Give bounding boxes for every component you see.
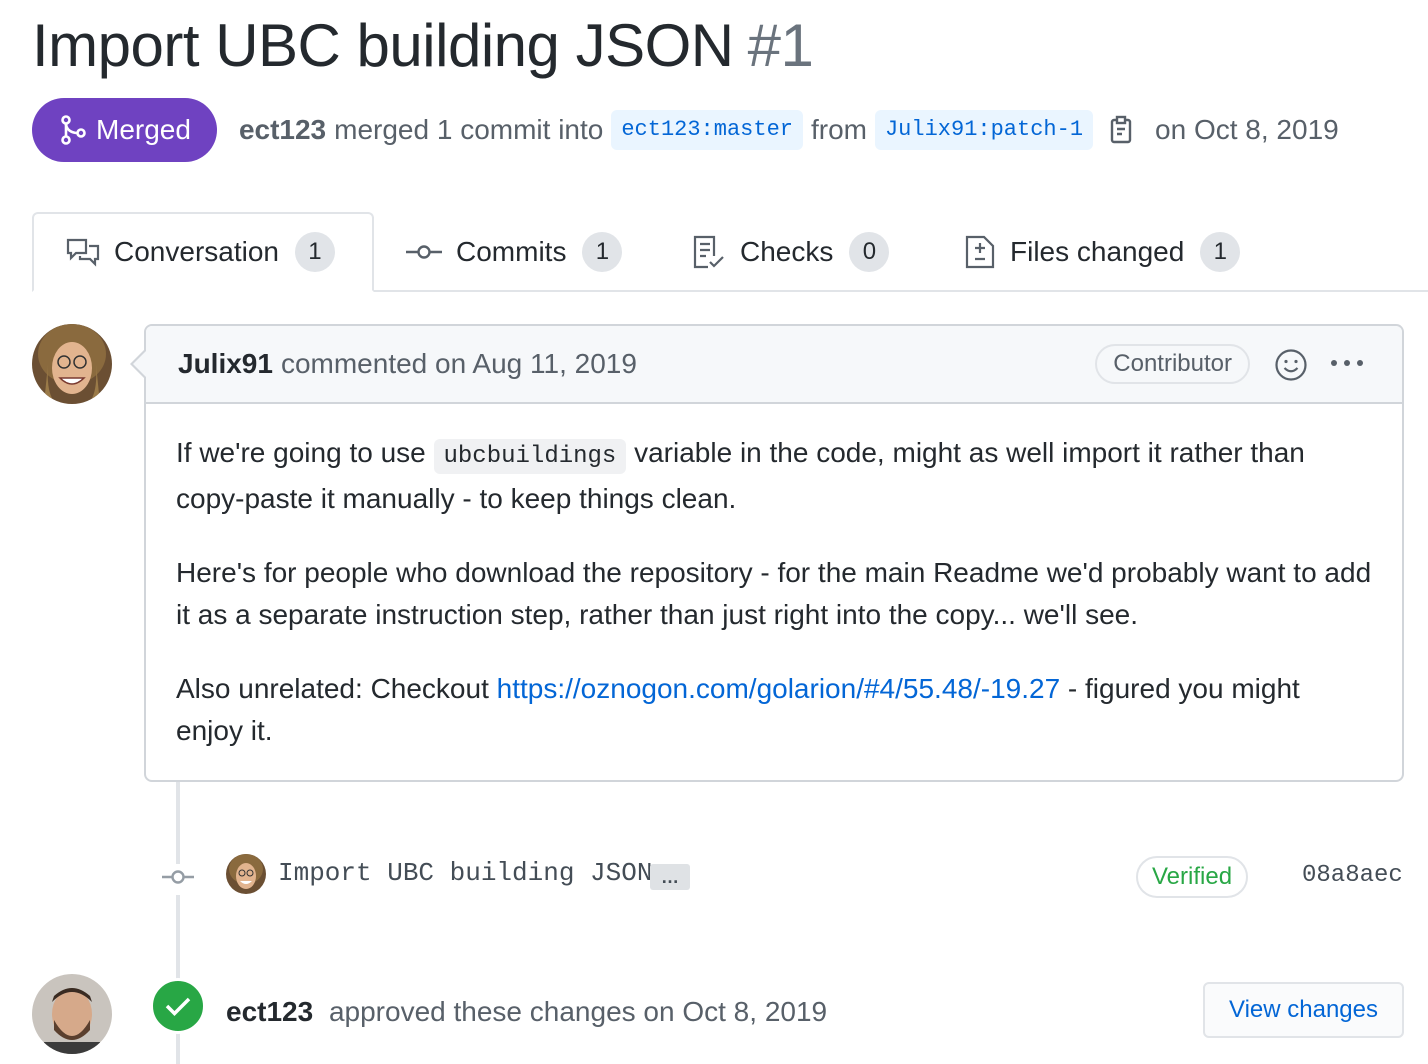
pr-title-text: Import UBC building JSON [32,12,734,79]
pr-title: Import UBC building JSON #1 [32,10,814,82]
approved-check-badge [150,978,206,1034]
comment-author-link[interactable]: Julix91 [178,348,273,380]
tab-label: Checks [740,236,834,267]
tab-counter: 0 [849,232,890,272]
tab-label: Conversation [114,236,279,267]
avatar[interactable] [32,324,112,404]
review-row: ect123 approved these changes on Oct 8, … [0,970,1428,1064]
tab-label: Commits [456,236,567,267]
commit-row: Import UBC building JSON … Verified 08a8… [150,852,1410,902]
tab-label: Files changed [1010,236,1185,267]
comment-paragraph: If we're going to use ubcbuildings varia… [176,432,1372,520]
expand-commit-button[interactable]: … [650,864,690,890]
file-diff-icon [965,235,995,269]
comment-caret-fill [133,350,147,378]
contributor-label: Contributor [1095,344,1250,384]
merged-state-badge: Merged [32,98,217,162]
pr-meta: Merged ect123 merged 1 commit into ect12… [32,98,1339,162]
head-branch[interactable]: Julix91:patch-1 [874,110,1094,150]
review-text: approved these changes on Oct 8, 2019 [328,996,828,1027]
julix91-avatar-image [32,324,112,404]
tab-counter: 1 [294,232,335,272]
commit-sha-link[interactable]: 08a8aec [1302,862,1403,889]
comment-box: Julix91 commented on Aug 11, 2019 Contri… [144,324,1404,782]
reviewer-avatar[interactable] [32,974,112,1054]
from-text: from [810,114,867,145]
copy-branch-button[interactable] [1109,115,1135,145]
tab-counter: 1 [1200,232,1241,272]
verified-badge[interactable]: Verified [1136,856,1249,898]
comment-header: Julix91 commented on Aug 11, 2019 Contri… [146,326,1402,404]
check-icon [165,997,191,1016]
merger-link[interactable]: ect123 [239,114,326,146]
git-commit-icon [406,245,442,259]
review-summary: ect123 approved these changes on Oct 8, … [226,996,827,1028]
comment-action[interactable]: commented on Aug 11, 2019 [281,348,637,380]
merge-summary: ect123 merged 1 commit into ect123:maste… [239,110,1339,150]
pr-number: #1 [747,12,814,79]
comment-paragraph: Also unrelated: Checkout https://oznogon… [176,668,1372,752]
git-commit-node-icon [162,864,194,895]
comment-discussion-icon [66,238,100,267]
comment-body: If we're going to use ubcbuildings varia… [146,404,1402,752]
inline-code: ubcbuildings [433,439,627,474]
commit-author-avatar[interactable] [226,854,266,894]
clipboard-icon [1110,115,1132,144]
julix91-avatar-image [226,854,266,894]
reviewer-link[interactable]: ect123 [226,996,313,1027]
tab-conversation[interactable]: Conversation 1 [32,212,374,292]
state-label: Merged [96,114,191,145]
golarion-map-link[interactable]: https://oznogon.com/golarion/#4/55.48/-1… [497,673,1061,704]
tab-files-changed[interactable]: Files changed 1 [964,212,1241,292]
ect123-avatar-image [32,974,112,1054]
tab-commits[interactable]: Commits 1 [406,212,623,292]
comment-text: If we're going to use [176,437,426,468]
smiley-icon [1275,349,1307,381]
add-reaction-button[interactable] [1274,348,1308,389]
merge-text: merged 1 commit into [334,114,604,145]
checklist-icon [693,235,724,269]
git-merge-icon [61,115,86,145]
comment-options-button[interactable] [1330,350,1364,383]
merged-date: on Oct 8, 2019 [1155,114,1339,145]
tab-counter: 1 [582,232,623,272]
base-branch[interactable]: ect123:master [611,110,803,150]
kebab-horizontal-icon [1331,360,1363,366]
comment-text: Also unrelated: Checkout [176,673,489,704]
commit-message-link[interactable]: Import UBC building JSON [278,858,652,888]
comment-paragraph: Here's for people who download the repos… [176,557,1372,630]
view-changes-button[interactable]: View changes [1203,982,1404,1038]
tab-checks[interactable]: Checks 0 [692,212,890,292]
